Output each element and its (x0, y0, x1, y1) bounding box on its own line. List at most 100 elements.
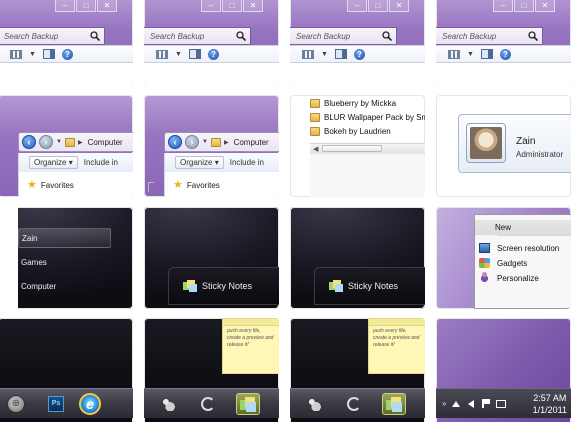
menu-item-screen-resolution[interactable]: Screen resolution (475, 241, 571, 256)
minimize-button[interactable]: – (201, 0, 221, 12)
chevron-right-icon[interactable]: ▶ (224, 139, 229, 146)
preview-pane-icon[interactable] (334, 49, 347, 59)
menu-item-gadgets[interactable]: Gadgets (475, 256, 571, 271)
window-controls: – □ ✕ (347, 0, 409, 12)
taskbar-sticky-notes[interactable] (382, 392, 406, 415)
gadgets-icon (479, 258, 490, 268)
taskbar-contacts[interactable] (156, 393, 180, 415)
forward-arrow-icon[interactable]: › (39, 135, 53, 149)
chevron-down-icon[interactable]: ▼ (467, 51, 474, 58)
breadcrumb[interactable]: Computer (88, 138, 123, 147)
search-icon[interactable] (528, 31, 538, 41)
help-icon[interactable]: ? (61, 48, 73, 60)
horizontal-scrollbar[interactable]: ◀ (310, 143, 425, 153)
tile-taskbar-sticky-1: push every file, create a preview and re… (144, 318, 279, 422)
maximize-button[interactable]: □ (222, 0, 242, 12)
sticky-notes-icon (183, 280, 197, 292)
taskbar-photoshop[interactable]: Ps (44, 393, 68, 415)
chevron-down-icon[interactable]: ▼ (175, 51, 182, 58)
list-item[interactable]: Bokeh by Laudrien (310, 127, 391, 136)
sticky-note-header (223, 319, 279, 326)
back-arrow-icon[interactable]: ‹ (168, 135, 182, 149)
taskbar-recycle-bin[interactable] (342, 393, 366, 415)
toolbar: ▼ ? (0, 45, 133, 63)
clock-date: 1/1/2011 (532, 404, 567, 415)
volume-icon[interactable] (466, 399, 476, 408)
favorites-item[interactable]: ★ Favorites (173, 180, 220, 191)
minimize-button[interactable]: – (493, 0, 513, 12)
breadcrumb[interactable]: Computer (234, 138, 269, 147)
start-item-user[interactable]: Zain (18, 228, 111, 248)
taskbar-contacts[interactable] (302, 393, 326, 415)
search-icon[interactable] (236, 31, 246, 41)
organize-button[interactable]: Organize ▾ (29, 156, 78, 169)
close-button[interactable]: ✕ (97, 0, 117, 12)
search-icon[interactable] (90, 31, 100, 41)
chevron-right-icon[interactable]: ▶ (78, 139, 83, 146)
view-options-icon[interactable] (10, 49, 22, 59)
view-options-icon[interactable] (156, 49, 168, 59)
taskbar-recycle-bin[interactable] (196, 393, 220, 415)
search-icon[interactable] (382, 31, 392, 41)
chevron-down-icon[interactable]: ▼ (56, 139, 62, 145)
include-in-library-button[interactable]: Include in (230, 158, 264, 167)
taskbar-sticky-notes[interactable] (236, 392, 260, 415)
view-options-icon[interactable] (448, 49, 460, 59)
search-input[interactable]: Search Backup (144, 27, 251, 45)
menu-item-personalize[interactable]: Personalize (475, 271, 571, 286)
maximize-button[interactable]: □ (76, 0, 96, 12)
organize-button[interactable]: Organize ▾ (175, 156, 224, 169)
show-hidden-icons-button[interactable]: » (442, 399, 446, 408)
scrollbar-thumb[interactable] (322, 145, 382, 152)
start-button[interactable]: ⊕ (4, 393, 28, 415)
start-item-computer[interactable]: Computer (18, 276, 111, 296)
sticky-note-preview[interactable]: push every file, create a preview and re… (222, 318, 279, 374)
search-input[interactable]: Search Backup (436, 27, 543, 45)
close-button[interactable]: ✕ (389, 0, 409, 12)
preview-pane-icon[interactable] (42, 49, 55, 59)
help-icon[interactable]: ? (353, 48, 365, 60)
favorites-item[interactable]: ★ Favorites (27, 180, 74, 191)
help-icon[interactable]: ? (207, 48, 219, 60)
eject-icon[interactable] (451, 399, 461, 408)
maximize-button[interactable]: □ (368, 0, 388, 12)
content-area (436, 63, 571, 84)
search-input[interactable]: Search Backup (0, 27, 105, 45)
jump-list-item[interactable]: Sticky Notes (314, 267, 425, 305)
jump-list-item[interactable]: Sticky Notes (168, 267, 279, 305)
chevron-down-icon[interactable]: ▼ (321, 51, 328, 58)
minimize-button[interactable]: – (55, 0, 75, 12)
chevron-down-icon[interactable]: ▼ (202, 139, 208, 145)
start-item-games[interactable]: Games (18, 252, 111, 272)
action-center-flag-icon[interactable] (481, 399, 491, 408)
user-role: Administrator (516, 150, 564, 159)
close-button[interactable]: ✕ (243, 0, 263, 12)
back-arrow-icon[interactable]: ‹ (22, 135, 36, 149)
clock[interactable]: 2:57 AM 1/1/2011 (533, 392, 567, 416)
scroll-left-icon[interactable]: ◀ (313, 145, 318, 153)
chevron-down-icon[interactable]: ▼ (29, 51, 36, 58)
preview-pane-icon[interactable] (480, 49, 493, 59)
sticky-note-text: push every file, create a preview and re… (227, 328, 274, 348)
address-bar[interactable]: ‹ › ▼ ▶ Computer (164, 132, 279, 152)
forward-arrow-icon[interactable]: › (185, 135, 199, 149)
help-icon[interactable]: ? (499, 48, 511, 60)
sticky-note-preview[interactable]: push every file, create a preview and re… (368, 318, 425, 374)
list-item[interactable]: BLUR Wallpaper Pack by Smac (310, 113, 425, 122)
taskbar-internet-explorer[interactable]: e (78, 392, 102, 415)
preview-pane-icon[interactable] (188, 49, 201, 59)
search-input[interactable]: Search Backup (290, 27, 397, 45)
network-icon[interactable] (496, 399, 507, 408)
folder-icon (310, 113, 320, 122)
sticky-notes-label: Sticky Notes (348, 281, 399, 291)
avatar[interactable] (466, 123, 506, 163)
include-in-library-button[interactable]: Include in (84, 158, 118, 167)
view-options-icon[interactable] (302, 49, 314, 59)
list-item[interactable]: Blueberry by Mickka (310, 99, 396, 108)
address-bar[interactable]: ‹ › ▼ ▶ Computer (18, 132, 133, 152)
minimize-button[interactable]: – (347, 0, 367, 12)
menu-item-new[interactable]: New (475, 220, 571, 235)
toolbar: ▼ ? (144, 45, 279, 63)
maximize-button[interactable]: □ (514, 0, 534, 12)
close-button[interactable]: ✕ (535, 0, 555, 12)
